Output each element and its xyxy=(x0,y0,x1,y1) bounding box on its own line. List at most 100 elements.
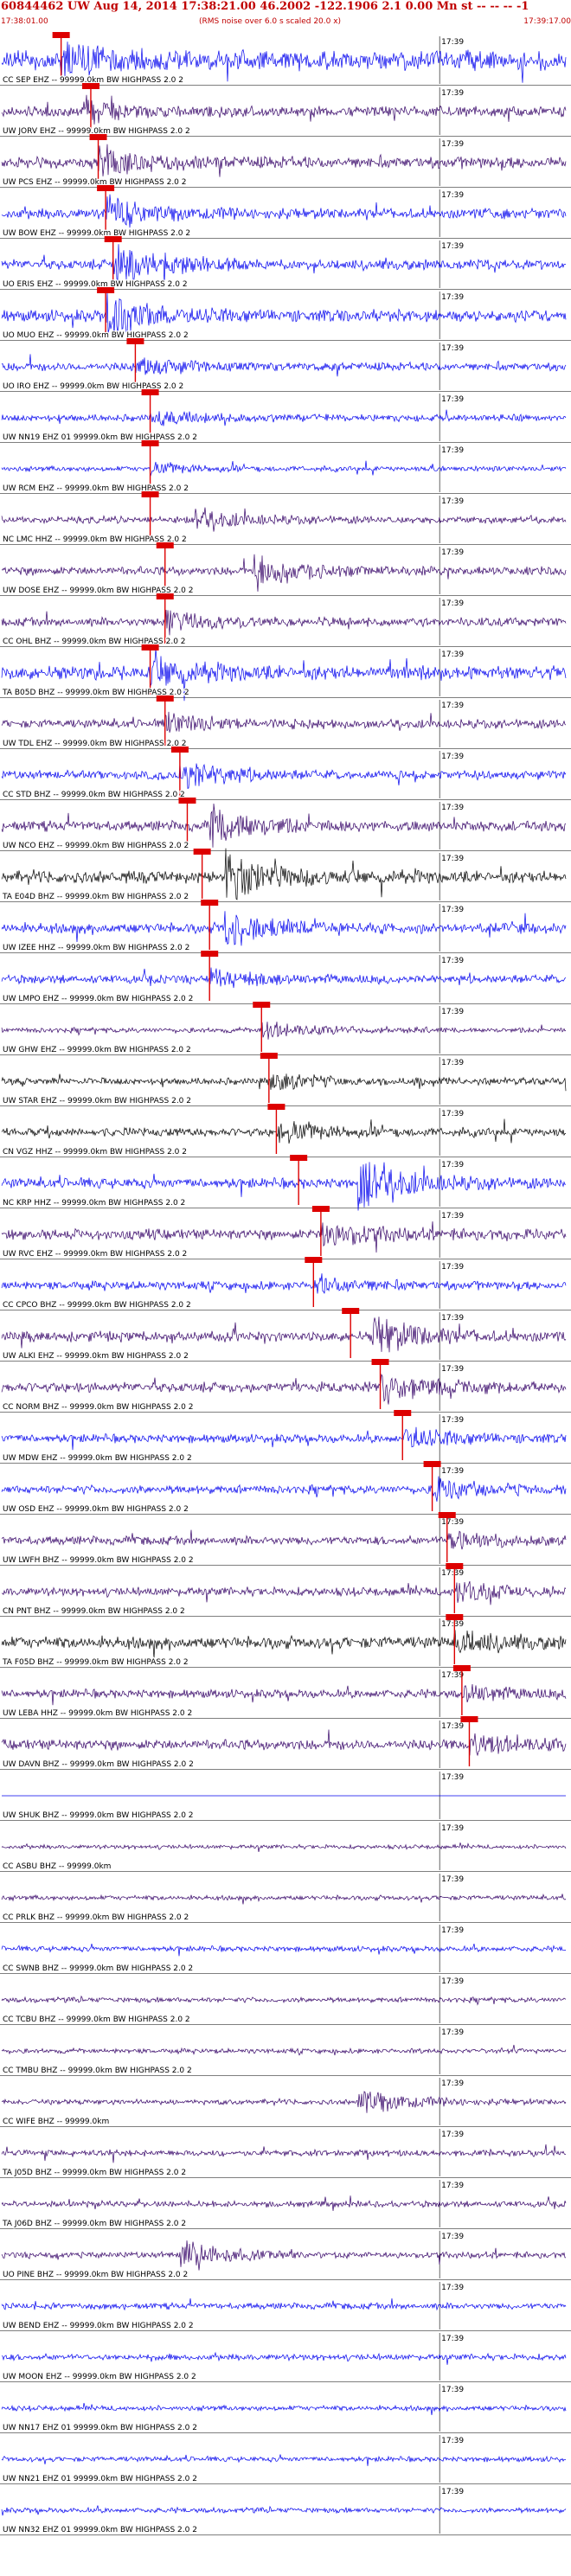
minute-label: 17:39 xyxy=(441,1008,464,1016)
pick-marker xyxy=(52,32,70,38)
minute-label: 17:39 xyxy=(441,2437,464,2445)
minute-label: 17:39 xyxy=(441,2488,464,2496)
trace-waveform xyxy=(1,911,567,946)
channel-label: CC CPCO BHZ -- 99999.0km BW HIGHPASS 2.0… xyxy=(3,1301,191,1310)
trace-waveform xyxy=(1,292,567,336)
pick-marker xyxy=(452,1665,471,1671)
minute-label: 17:39 xyxy=(441,1773,464,1782)
minute-label: 17:39 xyxy=(441,1824,464,1833)
trace-waveform xyxy=(1,2044,567,2056)
minute-label: 17:39 xyxy=(441,957,464,965)
trace-waveform xyxy=(1,762,567,790)
channel-label: UW MDW EHZ -- 99999.0km BW HIGHPASS 2.0 … xyxy=(3,1454,192,1463)
channel-label: CC TMBU BHZ -- 99999.0km BW HIGHPASS 2.0… xyxy=(3,2067,192,2075)
channel-label: UW MOON EHZ -- 99999.0km BW HIGHPASS 2.0… xyxy=(3,2373,196,2381)
pick-marker xyxy=(141,491,159,497)
pick-marker xyxy=(126,338,144,344)
channel-label: TA E04D BHZ -- 99999.0km BW HIGHPASS 2.0… xyxy=(2,893,189,901)
trace-waveform xyxy=(1,2454,567,2466)
channel-label: CC STD BHZ -- 99999.0km BW HIGHPASS 2.0 … xyxy=(3,791,185,799)
channel-label: UW BEND EHZ -- 99999.0km BW HIGHPASS 2.0… xyxy=(3,2322,194,2330)
trace-waveform xyxy=(1,848,567,900)
minute-label: 17:39 xyxy=(441,38,464,47)
pick-marker xyxy=(201,951,219,957)
channel-label: UW ALKI EHZ -- 99999.0km BW HIGHPASS 2.0… xyxy=(3,1352,189,1361)
minute-label: 17:39 xyxy=(441,1314,464,1323)
minute-label: 17:39 xyxy=(441,2182,464,2190)
minute-label: 17:39 xyxy=(441,1722,464,1731)
channel-label: UO ERIS EHZ -- 99999.0km BW HIGHPASS 2.0… xyxy=(3,280,188,289)
trace-waveform xyxy=(1,2297,567,2311)
channel-label: UW NN17 EHZ 01 99999.0km BW HIGHPASS 2.0… xyxy=(3,2424,197,2432)
minute-label: 17:39 xyxy=(441,1416,464,1425)
pick-marker xyxy=(156,593,174,599)
pick-marker xyxy=(446,1563,464,1569)
channel-label: CN VGZ HHZ -- 99999.0km BW HIGHPASS 2.0 … xyxy=(3,1148,187,1157)
trace-waveform xyxy=(1,1580,567,1605)
channel-label: UW NCO EHZ -- 99999.0km BW HIGHPASS 2.0 … xyxy=(3,842,189,850)
minute-label: 17:39 xyxy=(441,1620,464,1629)
trace-waveform xyxy=(1,1118,567,1144)
pick-marker xyxy=(423,1461,441,1467)
trace-waveform xyxy=(1,2091,567,2113)
trace-waveform xyxy=(1,194,567,228)
trace-waveform xyxy=(1,507,567,532)
pick-marker xyxy=(371,1359,389,1365)
minute-label: 17:39 xyxy=(441,548,464,557)
channel-label: TA J06D BHZ -- 99999.0km BW HIGHPASS 2.0… xyxy=(2,2220,186,2228)
trace-waveform xyxy=(1,1630,567,1659)
minute-label: 17:39 xyxy=(441,2284,464,2292)
pick-marker xyxy=(460,1716,478,1722)
channel-label: UW RVC EHZ -- 99999.0km BW HIGHPASS 2.0 … xyxy=(3,1250,187,1259)
minute-label: 17:39 xyxy=(441,650,464,659)
pick-marker xyxy=(156,695,174,702)
channel-label: CC SWNB BHZ -- 99999.0km BW HIGHPASS 2.0… xyxy=(3,1964,193,1973)
channel-label: TA F05D BHZ -- 99999.0km BW HIGHPASS 2.0… xyxy=(2,1658,189,1667)
minute-label: 17:39 xyxy=(441,293,464,302)
trace-waveform xyxy=(1,967,567,989)
trace-waveform xyxy=(1,711,567,733)
minute-label: 17:39 xyxy=(441,89,464,98)
channel-label: UW PCS EHZ -- 99999.0km BW HIGHPASS 2.0 … xyxy=(3,178,187,187)
pick-marker xyxy=(141,440,159,446)
pick-marker xyxy=(97,185,115,191)
trace-waveform xyxy=(1,1022,567,1040)
pick-marker xyxy=(446,1614,464,1620)
seismogram-plot: 17:39CC SEP EHZ -- 99999.0km BW HIGHPASS… xyxy=(0,32,571,2535)
minute-label: 17:39 xyxy=(441,140,464,149)
trace-waveform xyxy=(1,2351,567,2365)
pick-marker xyxy=(201,900,219,906)
minute-label: 17:39 xyxy=(441,1671,464,1680)
channel-label: UW DAVN BHZ -- 99999.0km BW HIGHPASS 2.0… xyxy=(3,1760,194,1769)
minute-label: 17:39 xyxy=(441,2233,464,2241)
minute-label: 17:39 xyxy=(441,753,464,761)
pick-marker xyxy=(311,1206,330,1212)
trace-waveform xyxy=(1,2240,566,2271)
trace-waveform xyxy=(1,354,567,377)
trace-waveform xyxy=(1,1273,567,1294)
channel-label: UW RCM EHZ -- 99999.0km BW HIGHPASS 2.0 … xyxy=(3,484,189,493)
pick-marker xyxy=(89,134,107,140)
minute-label: 17:39 xyxy=(441,497,464,506)
minute-label: 17:39 xyxy=(441,1926,464,1935)
minute-label: 17:39 xyxy=(441,1518,464,1527)
pick-marker xyxy=(260,1053,278,1059)
channel-label: CC ASBU BHZ -- 99999.0km xyxy=(3,1862,111,1871)
trace-waveform xyxy=(1,1476,567,1502)
trace-waveform xyxy=(1,2195,567,2211)
trace-waveform xyxy=(1,1426,567,1451)
trace-waveform xyxy=(1,1943,566,1957)
channel-label: UW GHW EHZ -- 99999.0km BW HIGHPASS 2.0 … xyxy=(3,1046,191,1054)
pick-marker xyxy=(438,1512,456,1518)
minute-label: 17:39 xyxy=(441,599,464,608)
trace-waveform xyxy=(1,94,567,125)
minute-label: 17:39 xyxy=(441,242,464,251)
minute-label: 17:39 xyxy=(441,191,464,200)
pick-marker xyxy=(141,389,159,395)
trace-waveform xyxy=(1,1894,567,1905)
channel-label: UO PINE BHZ -- 99999.0km BW HIGHPASS 2.0… xyxy=(3,2271,188,2279)
channel-label: UW LWFH BHZ -- 99999.0km BW HIGHPASS 2.0… xyxy=(3,1556,194,1565)
minute-label: 17:39 xyxy=(441,1212,464,1221)
channel-label: UW STAR EHZ -- 99999.0km BW HIGHPASS 2.0… xyxy=(3,1097,191,1105)
minute-label: 17:39 xyxy=(441,2335,464,2343)
